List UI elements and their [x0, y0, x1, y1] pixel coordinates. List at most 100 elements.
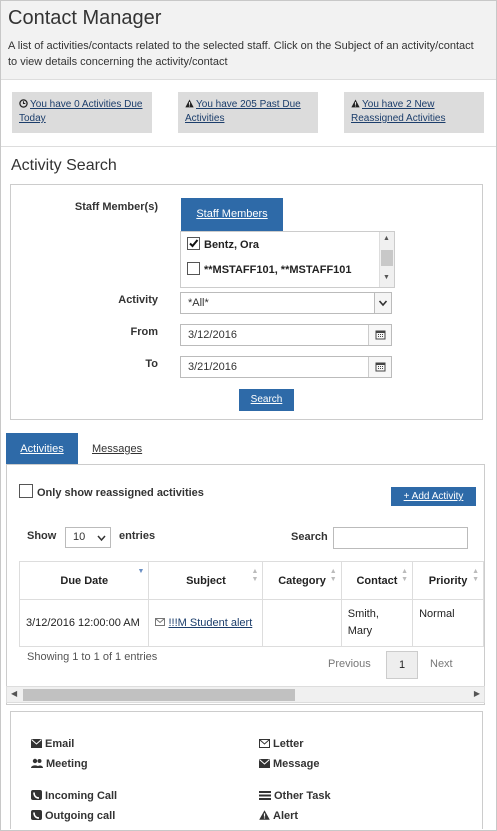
activity-type-legend: Email Letter Meeting Message Incoming Ca… [10, 711, 483, 829]
entries-select[interactable]: 10 [65, 527, 111, 548]
subject-link[interactable]: !!!M Student alert [168, 617, 252, 629]
activity-select-value: *All* [188, 297, 209, 309]
staff-name: **MSTAFF101, **MSTAFF101 [204, 264, 352, 276]
table-info: Showing 1 to 1 of 1 entries [27, 651, 158, 663]
alert-due-today-link[interactable]: You have 0 Activities Due Today [19, 99, 142, 124]
reassigned-checkbox[interactable] [19, 484, 33, 498]
column-label: Due Date [60, 574, 109, 587]
letter-icon [259, 739, 270, 748]
to-date-input[interactable]: 3/21/2016 [180, 356, 392, 378]
cell-due-date: 3/12/2016 12:00:00 AM [18, 599, 150, 647]
alert-due-today[interactable]: You have 0 Activities Due Today [12, 92, 152, 133]
sort-desc-icon: ▼ [137, 568, 145, 575]
meeting-icon [31, 758, 43, 768]
page-header: Contact Manager A list of activities/con… [1, 1, 496, 80]
column-label: Subject [186, 574, 226, 587]
activity-label: Activity [118, 294, 158, 306]
staff-name: Bentz, Ora [204, 239, 260, 251]
legend-outgoing-call: Outgoing call [31, 810, 115, 822]
alert-icon [259, 810, 270, 820]
staff-checkbox[interactable] [187, 262, 200, 275]
from-label: From [130, 326, 159, 338]
legend-label: Incoming Call [45, 790, 118, 802]
scroll-right-icon[interactable]: ▶ [474, 689, 480, 698]
sort-icon: ▲ ▼ [251, 568, 259, 583]
cell-priority: Normal [412, 599, 484, 647]
page-button-1[interactable]: 1 [386, 651, 418, 679]
column-label: Category [278, 574, 326, 587]
legend-label: Email [45, 738, 75, 750]
show-label: Show [27, 530, 57, 542]
column-category[interactable]: Category ▲ ▼ [262, 561, 342, 600]
column-subject[interactable]: Subject ▲ ▼ [148, 561, 264, 600]
activity-select[interactable]: *All* [180, 292, 392, 314]
message-icon [259, 759, 270, 768]
legend-alert: Alert [259, 810, 298, 822]
sort-icon: ▲ ▼ [329, 568, 337, 583]
scroll-thumb[interactable] [23, 689, 295, 701]
alert-past-due-link[interactable]: You have 205 Past Due Activities [185, 99, 301, 124]
calendar-icon[interactable] [368, 325, 391, 345]
scroll-thumb[interactable] [381, 250, 393, 266]
scroll-down-icon[interactable]: ▼ [383, 274, 390, 281]
column-label: Contact [356, 574, 398, 587]
legend-label: Letter [273, 738, 304, 750]
cell-contact: Smith, Mary [340, 599, 414, 647]
tab-activities[interactable]: Activities [6, 433, 78, 465]
tab-messages[interactable]: Messages [92, 433, 142, 465]
chevron-down-icon[interactable] [374, 293, 391, 313]
letter-icon [155, 617, 166, 626]
cell-subject: !!!M Student alert [148, 599, 264, 647]
content-tabs: Activities Messages [6, 433, 485, 465]
staff-checkbox-checked[interactable] [187, 237, 200, 250]
cell-category [262, 599, 342, 647]
activities-panel: Only show reassigned activities + Add Ac… [6, 465, 485, 705]
horizontal-scrollbar[interactable]: ◀ ▶ [6, 686, 485, 703]
other-task-icon [259, 791, 271, 800]
staff-item-bentz[interactable]: Bentz, Ora [187, 237, 259, 251]
legend-meeting: Meeting [31, 758, 88, 770]
column-contact[interactable]: Contact ▲ ▼ [340, 561, 414, 600]
legend-label: Outgoing call [45, 810, 116, 822]
previous-page-button[interactable]: Previous [328, 658, 371, 670]
page-description: A list of activities/contacts related to… [8, 40, 474, 68]
staff-label: Staff Member(s) [74, 201, 158, 213]
legend-label: Meeting [46, 758, 88, 770]
column-label: Priority [428, 574, 468, 587]
warning-icon [351, 99, 360, 108]
scroll-up-icon[interactable]: ▲ [383, 235, 390, 242]
to-date-value: 3/21/2016 [188, 361, 237, 373]
from-date-input[interactable]: 3/12/2016 [180, 324, 392, 346]
from-date-value: 3/12/2016 [188, 329, 237, 341]
tab-staff-members[interactable]: Staff Members [181, 198, 283, 231]
reassigned-label: Only show reassigned activities [37, 487, 204, 499]
table-search-input[interactable] [333, 527, 468, 549]
warning-icon [185, 99, 194, 108]
search-button[interactable]: Search [239, 389, 294, 411]
alert-reassigned-link[interactable]: You have 2 New Reassigned Activities [351, 99, 446, 124]
sort-icon: ▲ ▼ [472, 568, 479, 583]
alert-past-due[interactable]: You have 205 Past Due Activities [178, 92, 318, 133]
table-header-row: Due Date ▼ Subject ▲ ▼ Category ▲ ▼ Contact ▲ ▼… [18, 561, 484, 600]
staff-list: Bentz, Ora **MSTAFF101, **MSTAFF101 ▲ ▼ [180, 231, 395, 288]
sort-icon: ▲ ▼ [401, 568, 409, 583]
alert-reassigned[interactable]: You have 2 New Reassigned Activities [344, 92, 484, 133]
entries-label: entries [119, 530, 156, 542]
page-title: Contact Manager [8, 7, 162, 29]
email-icon [31, 739, 42, 748]
reassigned-filter[interactable]: Only show reassigned activities [19, 484, 204, 499]
add-activity-button[interactable]: + Add Activity [391, 487, 476, 506]
staff-item-mstaff101[interactable]: **MSTAFF101, **MSTAFF101 [187, 262, 352, 276]
scroll-left-icon[interactable]: ◀ [11, 689, 17, 698]
column-due-date[interactable]: Due Date ▼ [18, 561, 150, 600]
entries-value: 10 [73, 531, 86, 543]
next-page-button[interactable]: Next [430, 658, 453, 670]
staff-list-scrollbar[interactable]: ▲ ▼ [379, 232, 394, 287]
column-priority[interactable]: Priority ▲ ▼ [412, 561, 484, 600]
calendar-icon[interactable] [368, 357, 391, 377]
incoming-call-icon [31, 790, 42, 800]
legend-label: Other Task [274, 790, 331, 802]
search-section-title: Activity Search [11, 157, 117, 174]
legend-email: Email [31, 738, 74, 750]
outgoing-call-icon [31, 810, 42, 820]
